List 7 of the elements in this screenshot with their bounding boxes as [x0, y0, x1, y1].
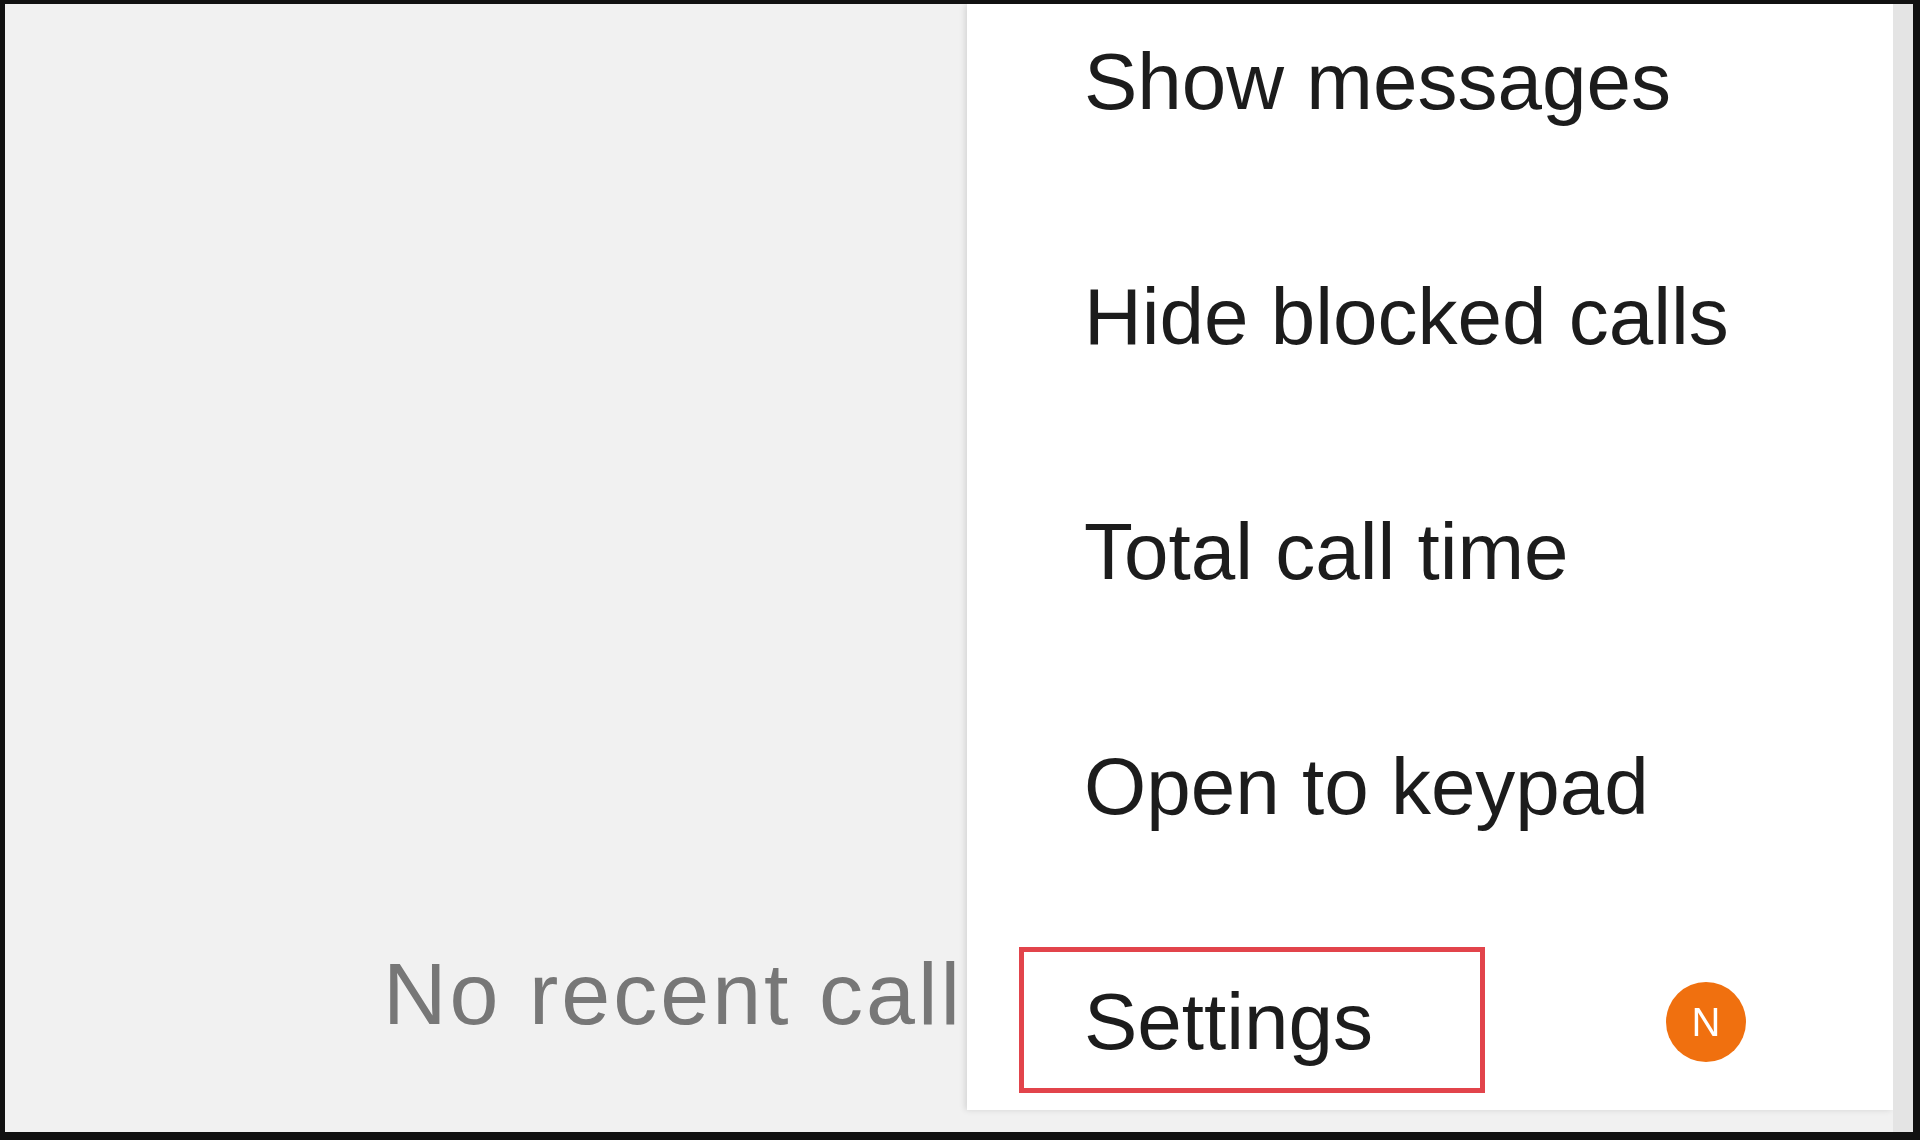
menu-item[interactable]: Open to keypad: [967, 709, 1893, 865]
menu-item[interactable]: Hide blocked calls: [967, 239, 1893, 395]
empty-state-message: No recent call: [383, 944, 963, 1044]
menu-item[interactable]: Settings N: [967, 944, 1893, 1100]
menu-item[interactable]: Show messages: [967, 4, 1893, 160]
notification-badge: N: [1666, 982, 1746, 1062]
menu-item[interactable]: Total call time: [967, 474, 1893, 630]
